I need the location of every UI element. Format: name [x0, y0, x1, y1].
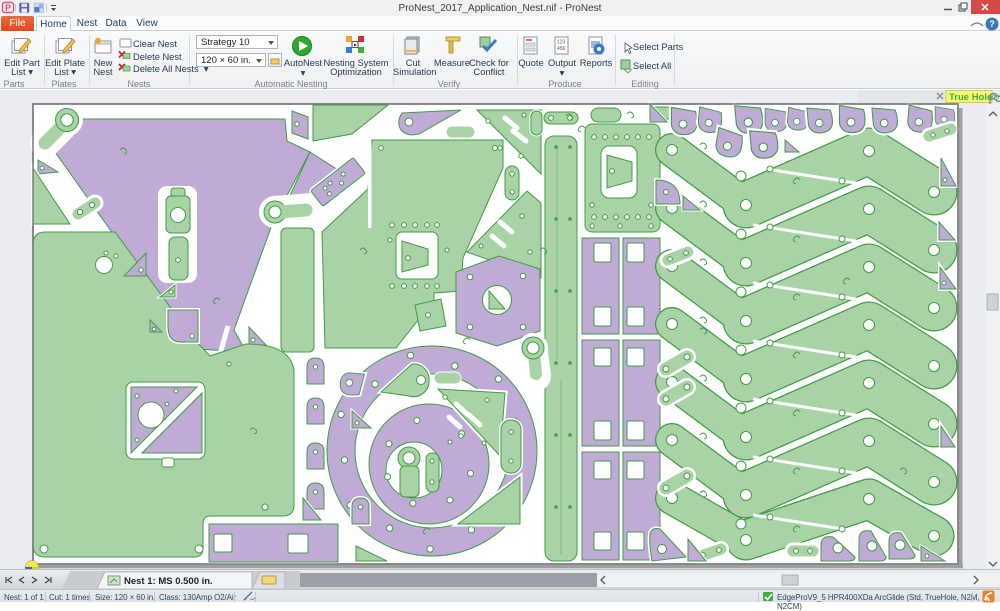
svg-text:ProNest_2017_Application_Nest.: ProNest_2017_Application_Nest.nif - ProN…: [399, 3, 602, 14]
svg-text:?: ?: [989, 19, 995, 29]
svg-text:123: 123: [557, 40, 566, 46]
svg-text:456: 456: [557, 46, 566, 52]
svg-text:P: P: [5, 3, 11, 13]
svg-text:Nest 1: MS 0.500 in.: Nest 1: MS 0.500 in.: [124, 576, 213, 587]
